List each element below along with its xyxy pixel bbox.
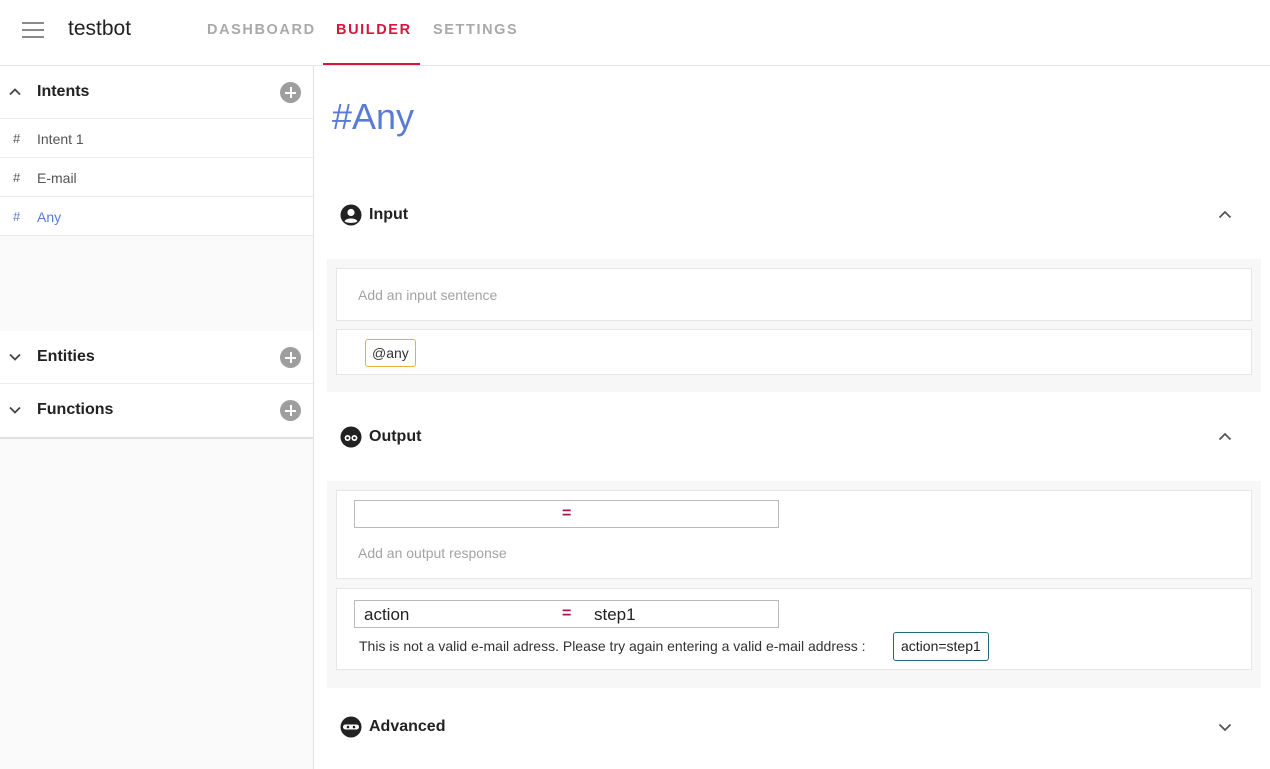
entities-panel: Entities <box>0 331 313 384</box>
output-section-title: Output <box>369 428 422 445</box>
tab-builder[interactable]: BUILDER <box>336 22 412 38</box>
add-intent-button[interactable] <box>280 82 301 103</box>
output-variable-key: action <box>364 605 410 624</box>
output-variable-input[interactable]: action = step1 <box>354 600 779 628</box>
app-title: testbot <box>68 17 132 40</box>
entities-header[interactable]: Entities <box>0 331 313 384</box>
hash-icon: # <box>13 209 21 224</box>
output-response-text[interactable]: This is not a valid e-mail adress. Pleas… <box>359 638 866 654</box>
functions-title: Functions <box>37 401 114 418</box>
intent-item-active[interactable]: # Any <box>0 197 313 236</box>
output-variable-value: step1 <box>594 605 636 624</box>
active-tab-indicator <box>323 63 420 65</box>
chevron-up-icon <box>9 88 21 96</box>
output-entry-card: action = step1 This is not a valid e-mai… <box>336 588 1252 670</box>
chevron-down-icon <box>9 353 21 361</box>
output-new-card: = Add an output response <box>336 490 1252 579</box>
functions-header[interactable]: Functions <box>0 384 313 437</box>
tab-settings[interactable]: SETTINGS <box>433 22 518 38</box>
output-section-body: = Add an output response action = step1 … <box>327 481 1261 688</box>
tab-dashboard[interactable]: DASHBOARD <box>207 22 316 38</box>
advanced-section-header[interactable]: Advanced <box>340 708 1260 748</box>
hash-icon: # <box>13 131 21 146</box>
user-circle-icon <box>340 204 362 226</box>
intent-label: Intent 1 <box>37 131 84 147</box>
intent-label: Any <box>37 209 62 225</box>
equals-sign: = <box>562 605 572 622</box>
sidebar: Intents # Intent 1 # E-mail # Any Entiti… <box>0 66 314 769</box>
top-bar: testbot DASHBOARD BUILDER SETTINGS <box>0 0 1270 66</box>
input-sentence-field[interactable]: Add an input sentence <box>336 268 1252 321</box>
chevron-down-icon <box>9 406 21 414</box>
input-section-body: Add an input sentence @any <box>327 259 1261 392</box>
output-variable-input[interactable]: = <box>354 500 779 528</box>
functions-panel: Functions <box>0 384 313 439</box>
intent-item[interactable]: # E-mail <box>0 158 313 197</box>
input-section-title: Input <box>369 206 409 223</box>
advanced-section-title: Advanced <box>369 718 446 735</box>
intents-panel: Intents # Intent 1 # E-mail # Any <box>0 66 313 236</box>
hash-icon: # <box>13 170 21 185</box>
add-function-button[interactable] <box>280 400 301 421</box>
input-section-header[interactable]: Input <box>340 196 1260 236</box>
output-section-header[interactable]: Output <box>340 418 1260 458</box>
chevron-up-icon[interactable] <box>1218 430 1232 444</box>
ninja-icon <box>340 716 362 738</box>
action-chip[interactable]: action=step1 <box>893 632 989 661</box>
intent-title: #Any <box>332 96 415 137</box>
output-bot-icon <box>340 426 362 448</box>
intent-label: E-mail <box>37 170 77 186</box>
chevron-up-icon[interactable] <box>1218 208 1232 222</box>
add-entity-button[interactable] <box>280 347 301 368</box>
intent-item[interactable]: # Intent 1 <box>0 119 313 158</box>
intents-header[interactable]: Intents <box>0 66 313 119</box>
input-sentence-row: @any <box>336 329 1252 375</box>
intents-title: Intents <box>37 83 90 100</box>
hamburger-menu-icon[interactable] <box>22 22 44 38</box>
equals-sign: = <box>562 505 572 522</box>
builder-main: #Any Input Add an input sentence @any Ou… <box>314 66 1270 769</box>
entities-title: Entities <box>37 348 95 365</box>
output-response-placeholder[interactable]: Add an output response <box>358 545 507 561</box>
entity-chip-any[interactable]: @any <box>365 339 416 367</box>
input-sentence-placeholder: Add an input sentence <box>358 287 498 303</box>
chevron-down-icon[interactable] <box>1218 720 1232 734</box>
